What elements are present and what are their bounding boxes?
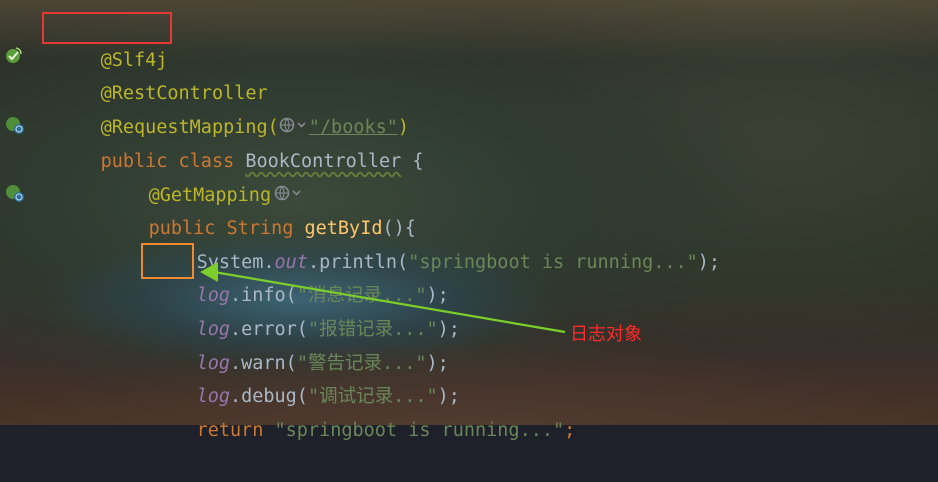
arrow-line bbox=[213, 270, 566, 334]
callout-label: 日志对象 bbox=[570, 324, 642, 345]
callout-arrow bbox=[200, 262, 566, 334]
